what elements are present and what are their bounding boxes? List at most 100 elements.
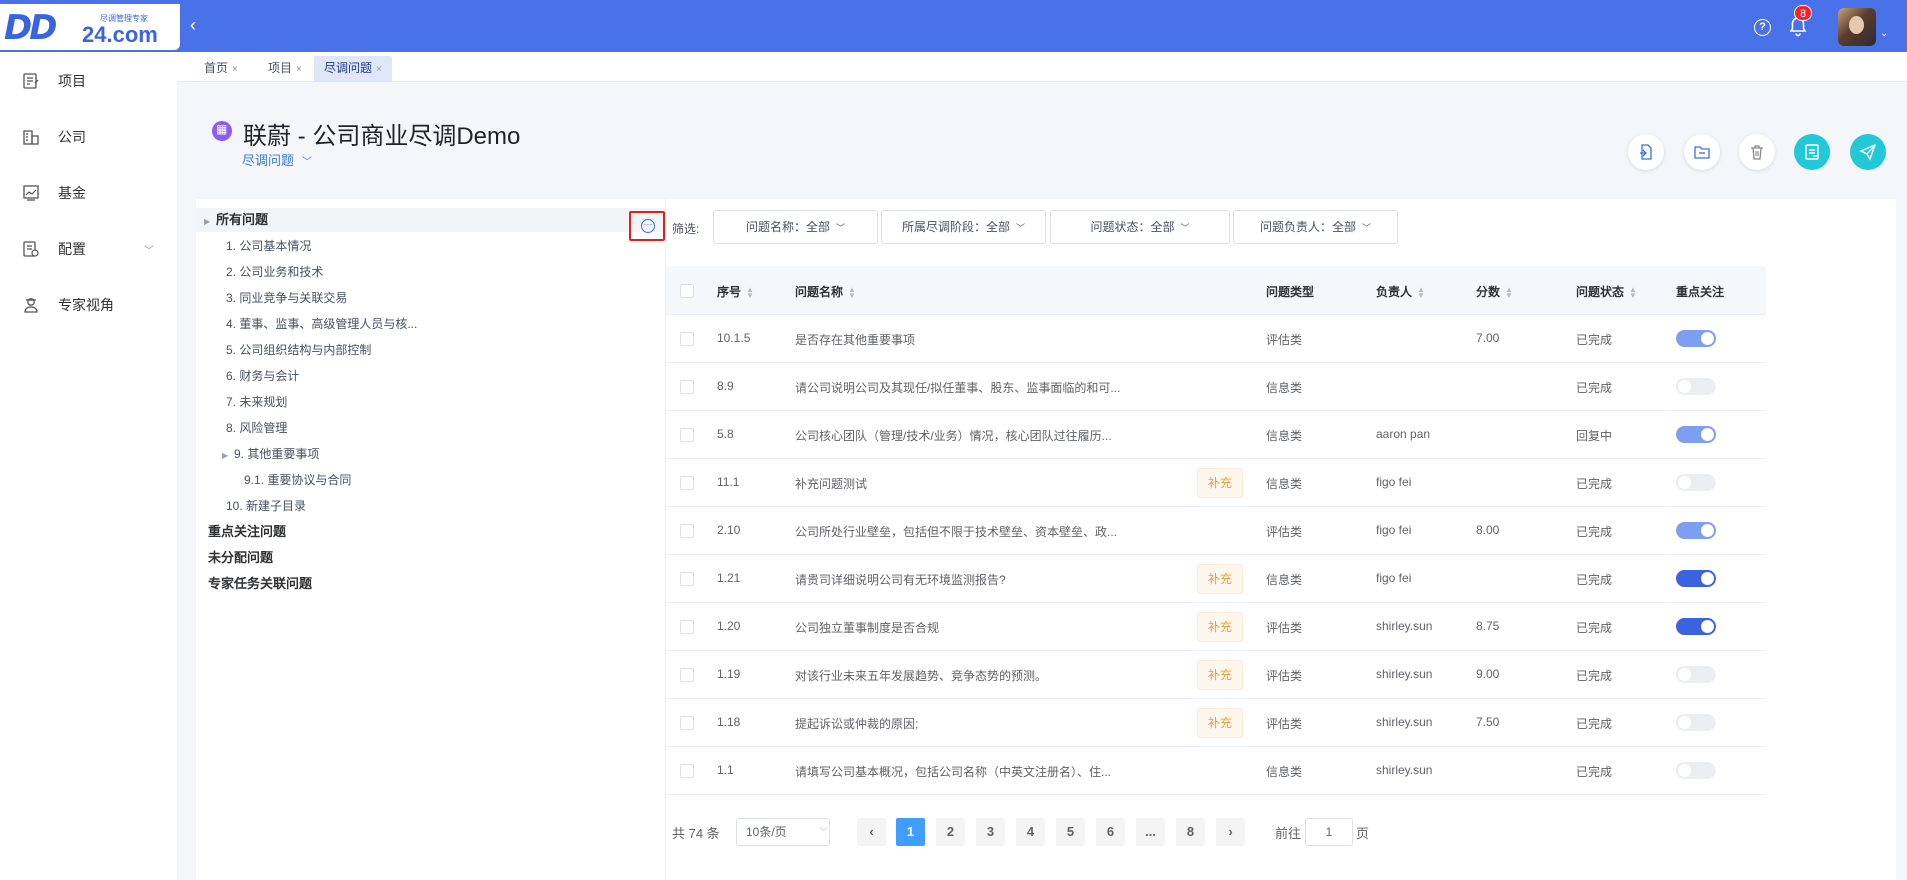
page-button-5[interactable]: 5 xyxy=(1056,818,1085,846)
focus-toggle[interactable] xyxy=(1676,426,1716,443)
row-checkbox[interactable] xyxy=(680,524,694,538)
page-button-3[interactable]: 3 xyxy=(976,818,1005,846)
sort-icon[interactable]: ▲ ▼ xyxy=(1417,285,1425,299)
collapse-sidebar-icon[interactable]: ‹ xyxy=(182,14,204,36)
focus-toggle[interactable] xyxy=(1676,714,1716,731)
column-score[interactable]: 分数 ▲ ▼ xyxy=(1476,283,1513,300)
tree-group-unassigned[interactable]: 未分配问题 xyxy=(196,546,666,570)
sidebar-item-expert-view[interactable]: 专家视角 xyxy=(0,285,177,325)
delete-button[interactable] xyxy=(1739,134,1775,170)
cell-name[interactable]: 公司核心团队（管理/技术/业务）情况，核心团队过往履历... xyxy=(795,427,1112,444)
sidebar-item-companies[interactable]: 公司 xyxy=(0,117,177,157)
tree-item[interactable]: 2. 公司业务和技术 xyxy=(196,260,666,284)
cell-name[interactable]: 提起诉讼或仲裁的原因; xyxy=(795,715,918,732)
filter-stage[interactable]: 所属尽调阶段：全部 ﹀ xyxy=(881,210,1046,244)
table-row[interactable]: 1.19 对该行业未来五年发展趋势、竞争态势的预测。 补充 评估类 shirle… xyxy=(666,651,1766,699)
next-page-button[interactable]: › xyxy=(1216,818,1245,846)
tree-item[interactable]: 1. 公司基本情况 xyxy=(196,234,666,258)
tree-item[interactable]: 4. 董事、监事、高级管理人员与核... xyxy=(196,312,666,336)
prev-page-button[interactable]: ‹ xyxy=(857,818,886,846)
cell-name[interactable]: 是否存在其他重要事项 xyxy=(795,331,915,348)
focus-toggle[interactable] xyxy=(1676,618,1716,635)
close-icon[interactable]: × xyxy=(232,64,238,75)
row-checkbox[interactable] xyxy=(680,428,694,442)
cell-name[interactable]: 请贵司详细说明公司有无环境监测报告? xyxy=(795,571,1006,588)
sort-icon[interactable]: ▲ ▼ xyxy=(848,285,856,299)
close-icon[interactable]: × xyxy=(376,64,382,75)
focus-toggle[interactable] xyxy=(1676,330,1716,347)
column-owner[interactable]: 负责人 ▲ ▼ xyxy=(1376,283,1425,300)
focus-toggle[interactable] xyxy=(1676,570,1716,587)
tab-home[interactable]: 首页 × xyxy=(194,56,248,81)
table-row[interactable]: 1.18 提起诉讼或仲裁的原因; 补充 评估类 shirley.sun 7.50… xyxy=(666,699,1766,747)
sidebar-item-config[interactable]: 配置 ﹀ xyxy=(0,229,177,269)
tree-item[interactable]: 7. 未来规划 xyxy=(196,390,666,414)
cell-name[interactable]: 补充问题测试 xyxy=(795,475,867,492)
logo[interactable]: DD 尽调管理专家 24.com xyxy=(0,4,180,50)
page-button-2[interactable]: 2 xyxy=(936,818,965,846)
cell-name[interactable]: 请填写公司基本概况，包括公司名称（中英文注册名）、住... xyxy=(795,763,1111,780)
page-button-6[interactable]: 6 xyxy=(1096,818,1125,846)
caret-right-icon[interactable]: ▶ xyxy=(204,210,216,234)
tree-item[interactable]: ▶ 9. 其他重要事项 xyxy=(196,442,666,466)
help-icon[interactable]: ? xyxy=(1754,19,1771,36)
tab-dd-issues[interactable]: 尽调问题 × xyxy=(314,56,392,81)
row-checkbox[interactable] xyxy=(680,716,694,730)
select-all-checkbox[interactable] xyxy=(680,284,694,298)
sidebar-item-funds[interactable]: 基金 xyxy=(0,173,177,213)
row-checkbox[interactable] xyxy=(680,620,694,634)
page-button-8[interactable]: 8 xyxy=(1176,818,1205,846)
column-seq[interactable]: 序号 ▲ ▼ xyxy=(717,283,754,300)
tree-group-focus[interactable]: 重点关注问题 xyxy=(196,520,666,544)
tree-item[interactable]: 9.1. 重要协议与合同 xyxy=(196,468,666,492)
table-row[interactable]: 11.1 补充问题测试 补充 信息类 figo fei 已完成 xyxy=(666,459,1766,507)
caret-right-icon[interactable]: ▶ xyxy=(222,444,234,468)
sort-icon[interactable]: ▲ ▼ xyxy=(746,285,754,299)
row-checkbox[interactable] xyxy=(680,764,694,778)
chevron-down-icon[interactable]: ⌄ xyxy=(1880,28,1888,39)
cell-name[interactable]: 对该行业未来五年发展趋势、竞争态势的预测。 xyxy=(795,667,1047,684)
save-button[interactable] xyxy=(1794,134,1830,170)
row-checkbox[interactable] xyxy=(680,332,694,346)
column-name[interactable]: 问题名称 ▲ ▼ xyxy=(795,283,856,300)
tree-item[interactable]: 6. 财务与会计 xyxy=(196,364,666,388)
page-button-1[interactable]: 1 xyxy=(896,818,925,846)
table-row[interactable]: 10.1.5 是否存在其他重要事项 评估类 7.00 已完成 xyxy=(666,315,1766,363)
tree-group-expert-task[interactable]: 专家任务关联问题 xyxy=(196,572,666,596)
table-row[interactable]: 5.8 公司核心团队（管理/技术/业务）情况，核心团队过往履历... 信息类 a… xyxy=(666,411,1766,459)
column-status[interactable]: 问题状态 ▲ ▼ xyxy=(1576,283,1637,300)
page-ellipsis[interactable]: ... xyxy=(1136,818,1165,846)
filter-status[interactable]: 问题状态：全部 ﹀ xyxy=(1050,210,1230,244)
tree-item[interactable]: 3. 同业竞争与关联交易 xyxy=(196,286,666,310)
sort-icon[interactable]: ▲ ▼ xyxy=(1629,285,1637,299)
page-button-4[interactable]: 4 xyxy=(1016,818,1045,846)
row-checkbox[interactable] xyxy=(680,572,694,586)
sort-icon[interactable]: ▲ ▼ xyxy=(1505,285,1513,299)
user-avatar[interactable] xyxy=(1838,8,1876,46)
close-icon[interactable]: × xyxy=(296,64,302,75)
tree-root-all-issues[interactable]: ▶ 所有问题 xyxy=(196,208,666,232)
import-button[interactable] xyxy=(1628,134,1664,170)
goto-page-input[interactable]: 1 xyxy=(1305,818,1353,846)
table-row[interactable]: 1.21 请贵司详细说明公司有无环境监测报告? 补充 信息类 figo fei … xyxy=(666,555,1766,603)
row-checkbox[interactable] xyxy=(680,380,694,394)
row-checkbox[interactable] xyxy=(680,668,694,682)
send-button[interactable] xyxy=(1850,134,1886,170)
table-row[interactable]: 1.1 请填写公司基本概况，包括公司名称（中英文注册名）、住... 信息类 sh… xyxy=(666,747,1766,795)
tree-item[interactable]: 10. 新建子目录 xyxy=(196,494,666,518)
sidebar-item-projects[interactable]: 项目 xyxy=(0,61,177,101)
table-row[interactable]: 1.20 公司独立董事制度是否合规 补充 评估类 shirley.sun 8.7… xyxy=(666,603,1766,651)
filter-owner[interactable]: 问题负责人：全部 ﹀ xyxy=(1233,210,1398,244)
focus-toggle[interactable] xyxy=(1676,378,1716,395)
cell-name[interactable]: 公司所处行业壁垒，包括但不限于技术壁垒、资本壁垒、政... xyxy=(795,523,1117,540)
table-row[interactable]: 8.9 请公司说明公司及其现任/拟任董事、股东、监事面临的和可... 信息类 已… xyxy=(666,363,1766,411)
cell-name[interactable]: 请公司说明公司及其现任/拟任董事、股东、监事面临的和可... xyxy=(795,379,1120,396)
focus-toggle[interactable] xyxy=(1676,762,1716,779)
table-row[interactable]: 2.10 公司所处行业壁垒，包括但不限于技术壁垒、资本壁垒、政... 评估类 f… xyxy=(666,507,1766,555)
cell-name[interactable]: 公司独立董事制度是否合规 xyxy=(795,619,939,636)
row-checkbox[interactable] xyxy=(680,476,694,490)
tab-projects[interactable]: 项目 × xyxy=(258,56,312,81)
folder-button[interactable] xyxy=(1684,134,1720,170)
focus-toggle[interactable] xyxy=(1676,522,1716,539)
page-size-select[interactable]: 10条/页 ﹀ xyxy=(736,818,830,846)
